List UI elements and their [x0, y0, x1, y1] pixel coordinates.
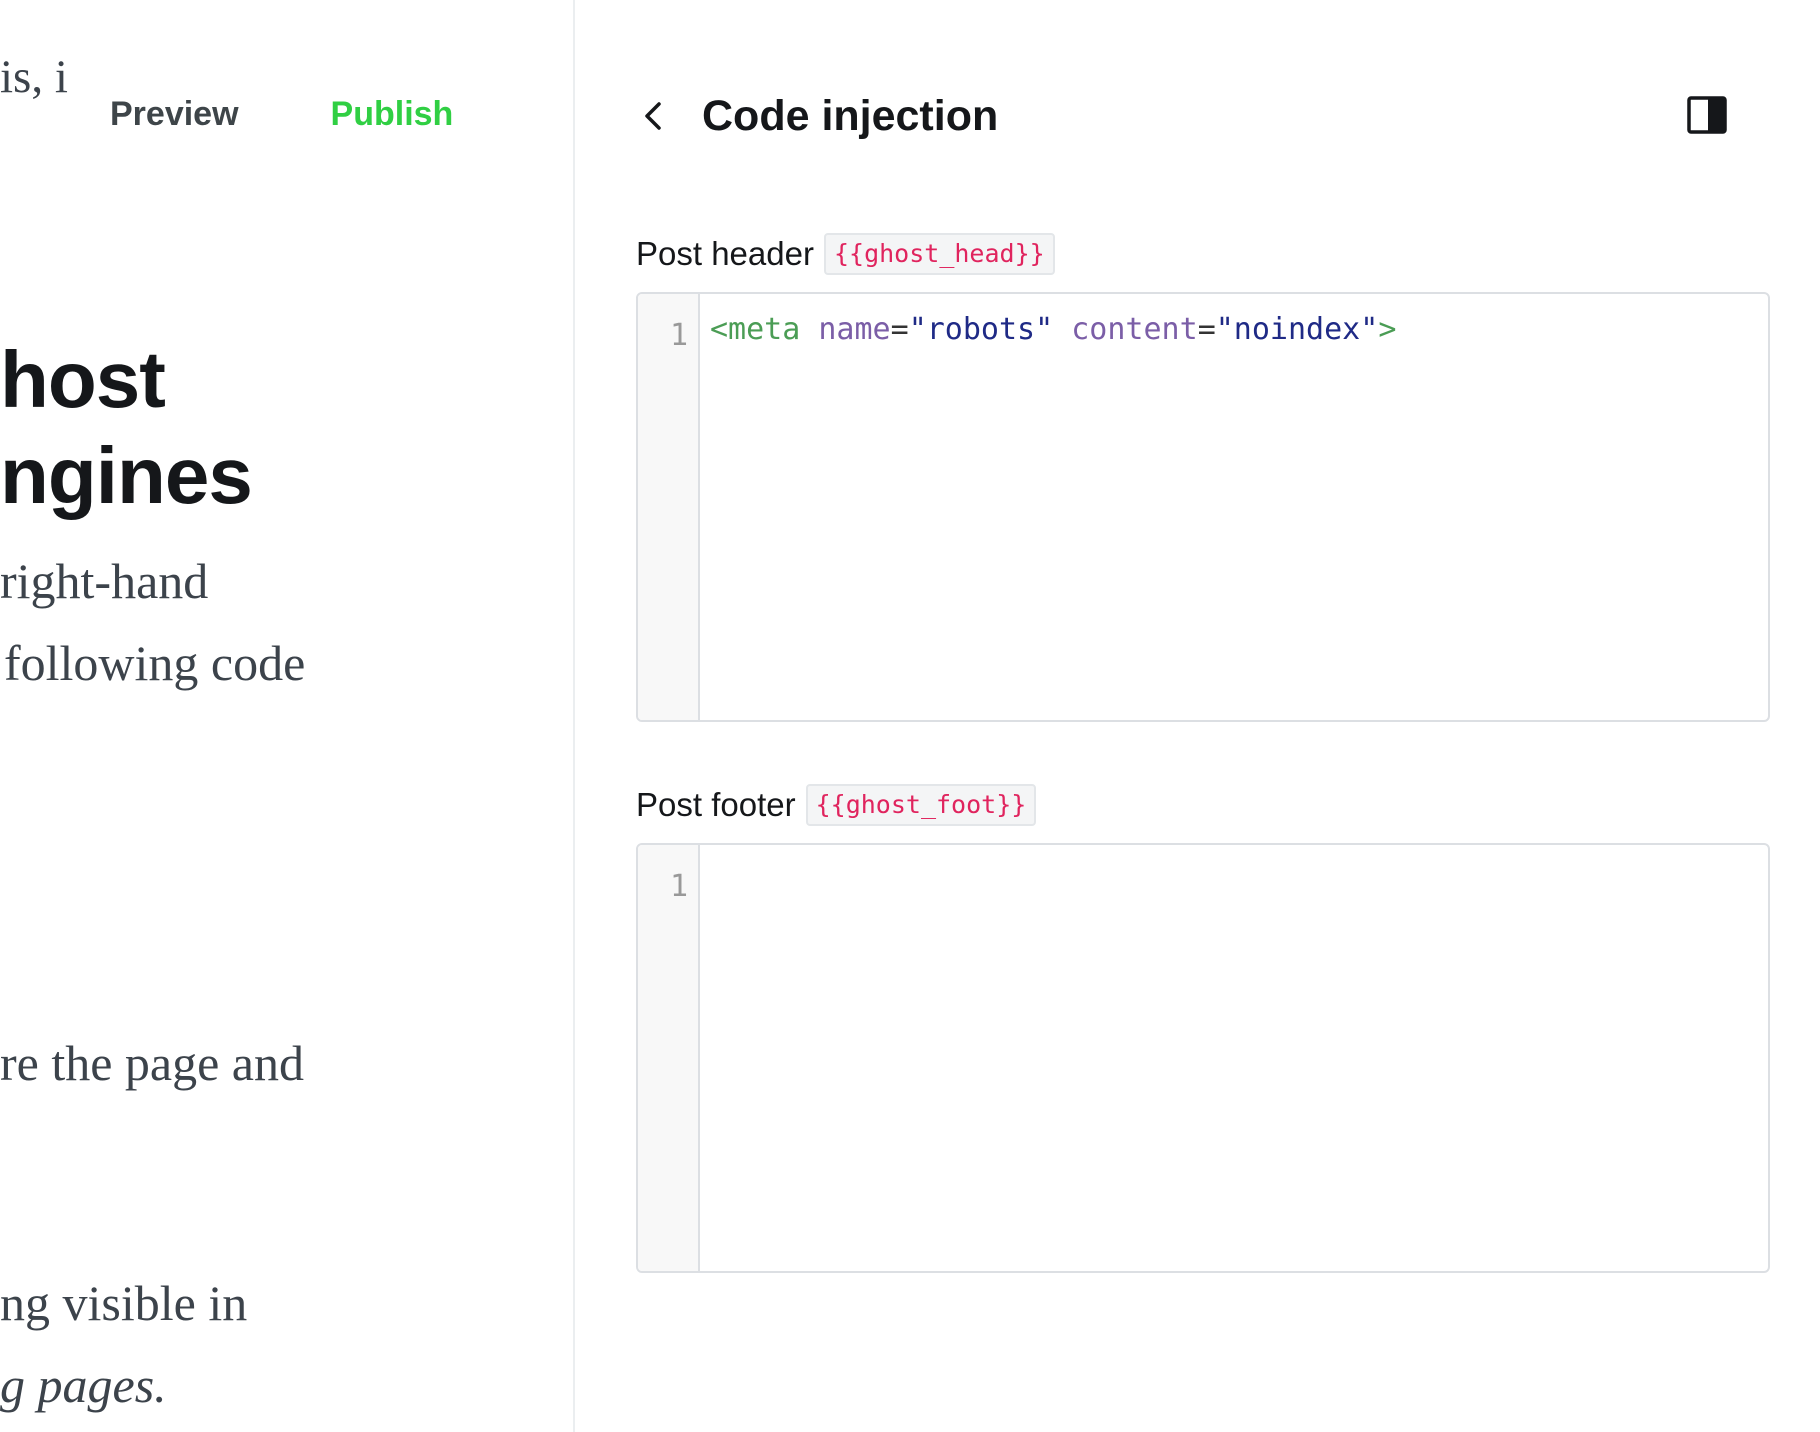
- back-button[interactable]: [635, 94, 671, 138]
- line-number-gutter: 1: [638, 294, 700, 720]
- ghost-head-tag: {{ghost_head}}: [823, 233, 1055, 275]
- post-header-code-editor[interactable]: 1 <meta name="robots" content="noindex">: [636, 292, 1770, 722]
- code-token-string: "noindex": [1215, 312, 1379, 347]
- post-editor[interactable]: is, i host ngines right-hand following c…: [0, 0, 573, 1432]
- post-header-label-text: Post header: [636, 235, 814, 272]
- body-text-line: right-hand: [0, 553, 209, 609]
- preview-button[interactable]: Preview: [110, 94, 239, 134]
- body-text-line: g pages.: [0, 1357, 167, 1413]
- line-number: 1: [669, 869, 688, 904]
- publish-button[interactable]: Publish: [331, 94, 454, 134]
- post-footer-label: Post footer {{ghost_foot}}: [636, 784, 1037, 826]
- code-injection-panel: Code injection Post header {{ghost_head}…: [575, 0, 1820, 1432]
- code-line: <meta name="robots" content="noindex">: [710, 308, 1396, 352]
- editor-actions: Preview Publish: [106, 94, 458, 134]
- line-number-gutter: 1: [638, 845, 700, 1271]
- body-text-line: following code: [4, 635, 306, 691]
- post-title-line-2: ngines: [0, 431, 253, 520]
- post-header-label: Post header {{ghost_head}}: [636, 233, 1055, 275]
- code-token-attr: name: [818, 312, 891, 347]
- code-token-eq: =: [890, 312, 909, 347]
- line-number: 1: [669, 318, 688, 353]
- code-token-eq: =: [1197, 312, 1216, 347]
- sidebar-toggle-icon: [1687, 96, 1727, 134]
- code-token-string: "robots": [908, 312, 1054, 347]
- post-footer-label-text: Post footer: [636, 786, 796, 823]
- chevron-left-icon: [645, 102, 661, 130]
- sidebar-toggle-button[interactable]: [1686, 95, 1728, 135]
- body-text-line: re the page and: [0, 1035, 305, 1091]
- panel-title: Code injection: [702, 92, 999, 140]
- editor-text-snippet: is, i: [0, 51, 68, 103]
- code-token-attr: content: [1071, 312, 1198, 347]
- code-token-tag: >: [1378, 312, 1397, 347]
- ghost-foot-tag: {{ghost_foot}}: [805, 784, 1037, 826]
- post-footer-code-editor[interactable]: 1: [636, 843, 1770, 1273]
- code-token-tag: <meta: [710, 312, 801, 347]
- body-text-line: ng visible in: [0, 1275, 248, 1331]
- post-title-line-1: host: [0, 335, 166, 424]
